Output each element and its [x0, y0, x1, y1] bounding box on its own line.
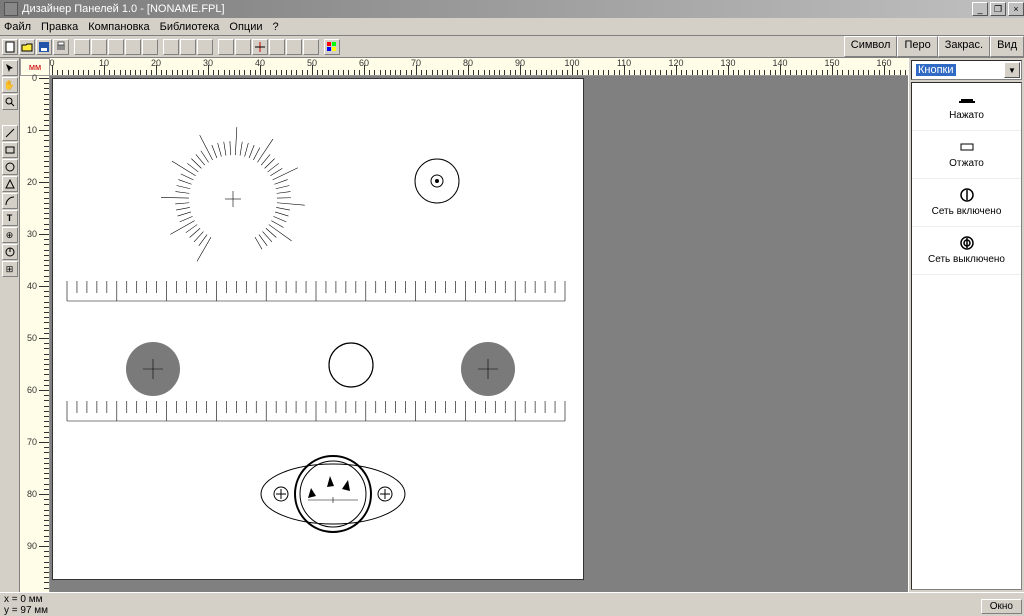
library-item-label: Сеть включено	[932, 206, 1002, 217]
print-button[interactable]	[53, 39, 69, 55]
dropdown-arrow-icon: ▼	[1004, 62, 1020, 78]
maximize-button[interactable]: ❐	[990, 2, 1006, 16]
rect-tool[interactable]	[2, 142, 18, 158]
tool-15[interactable]	[252, 39, 268, 55]
coordinates-display: x = 0 мм y = 97 мм	[4, 593, 48, 616]
tool-9[interactable]	[142, 39, 158, 55]
menu-help[interactable]: ?	[273, 21, 279, 33]
power-off-icon	[957, 236, 977, 250]
pressed-icon	[957, 92, 977, 106]
symbol-tool[interactable]: ⊕	[2, 227, 18, 243]
drawing-content	[53, 79, 585, 581]
titlebar: Дизайнер Панелей 1.0 - [NONAME.FPL] _ ❐ …	[0, 0, 1024, 18]
zoom-tool[interactable]	[2, 94, 18, 110]
title-text: Дизайнер Панелей 1.0 - [NONAME.FPL]	[22, 3, 225, 15]
library-category-select[interactable]: Кнопки ▼	[911, 60, 1022, 80]
window-tab[interactable]: Окно	[981, 599, 1022, 614]
tool-17[interactable]	[286, 39, 302, 55]
tool-13[interactable]	[218, 39, 234, 55]
tool-16[interactable]	[269, 39, 285, 55]
new-button[interactable]	[2, 39, 18, 55]
ruler-horizontal: 0102030405060708090100110120130140150160	[50, 58, 908, 76]
tool-7[interactable]	[108, 39, 124, 55]
power-on-icon	[957, 188, 977, 202]
menu-layout[interactable]: Компановка	[88, 21, 149, 33]
drawing-canvas[interactable]	[52, 78, 584, 580]
tab-fill[interactable]: Закрас.	[938, 36, 990, 57]
left-toolbar: ✋ T ⊕ ⊞	[0, 58, 20, 592]
menu-library[interactable]: Библиотека	[160, 21, 220, 33]
library-item-released[interactable]: Отжато	[912, 131, 1021, 179]
right-tabs: Символ Перо Закрас. Вид	[844, 36, 1024, 58]
dial-tool[interactable]	[2, 244, 18, 260]
line-tool[interactable]	[2, 125, 18, 141]
scale-tool[interactable]: ⊞	[2, 261, 18, 277]
tool-10[interactable]	[163, 39, 179, 55]
library-item-label: Сеть выключено	[928, 254, 1005, 265]
minimize-button[interactable]: _	[972, 2, 988, 16]
tool-8[interactable]	[125, 39, 141, 55]
library-item-label: Нажато	[949, 110, 984, 121]
released-icon	[957, 140, 977, 154]
open-button[interactable]	[19, 39, 35, 55]
library-item-pressed[interactable]: Нажато	[912, 83, 1021, 131]
tool-5[interactable]	[74, 39, 90, 55]
tool-14[interactable]	[235, 39, 251, 55]
tab-view[interactable]: Вид	[990, 36, 1024, 57]
circle-tool[interactable]	[2, 159, 18, 175]
menu-options[interactable]: Опции	[229, 21, 262, 33]
tool-12[interactable]	[197, 39, 213, 55]
text-tool[interactable]: T	[2, 210, 18, 226]
tab-pen[interactable]: Перо	[897, 36, 937, 57]
library-item-label: Отжато	[949, 158, 984, 169]
menubar: Файл Правка Компановка Библиотека Опции …	[0, 18, 1024, 36]
hand-tool[interactable]: ✋	[2, 77, 18, 93]
statusbar: x = 0 мм y = 97 мм Окно	[0, 592, 1024, 616]
pointer-tool[interactable]	[2, 60, 18, 76]
library-item-power-on[interactable]: Сеть включено	[912, 179, 1021, 227]
tool-11[interactable]	[180, 39, 196, 55]
close-button[interactable]: ×	[1008, 2, 1024, 16]
tool-18[interactable]	[303, 39, 319, 55]
menu-file[interactable]: Файл	[4, 21, 31, 33]
ruler-vertical: 0102030405060708090100	[20, 76, 50, 592]
app-icon	[4, 2, 18, 16]
arc-tool[interactable]	[2, 193, 18, 209]
library-item-list: Нажато Отжато Сеть включено Сеть выключе…	[911, 82, 1022, 590]
library-panel: Кнопки ▼ Нажато Отжато Сеть включено Сет…	[908, 58, 1024, 592]
tool-19[interactable]	[324, 39, 340, 55]
library-item-power-off[interactable]: Сеть выключено	[912, 227, 1021, 275]
tab-symbol[interactable]: Символ	[844, 36, 898, 57]
triangle-tool[interactable]	[2, 176, 18, 192]
menu-edit[interactable]: Правка	[41, 21, 78, 33]
workspace: мм 0102030405060708090100110120130140150…	[20, 58, 908, 592]
save-button[interactable]	[36, 39, 52, 55]
tool-6[interactable]	[91, 39, 107, 55]
